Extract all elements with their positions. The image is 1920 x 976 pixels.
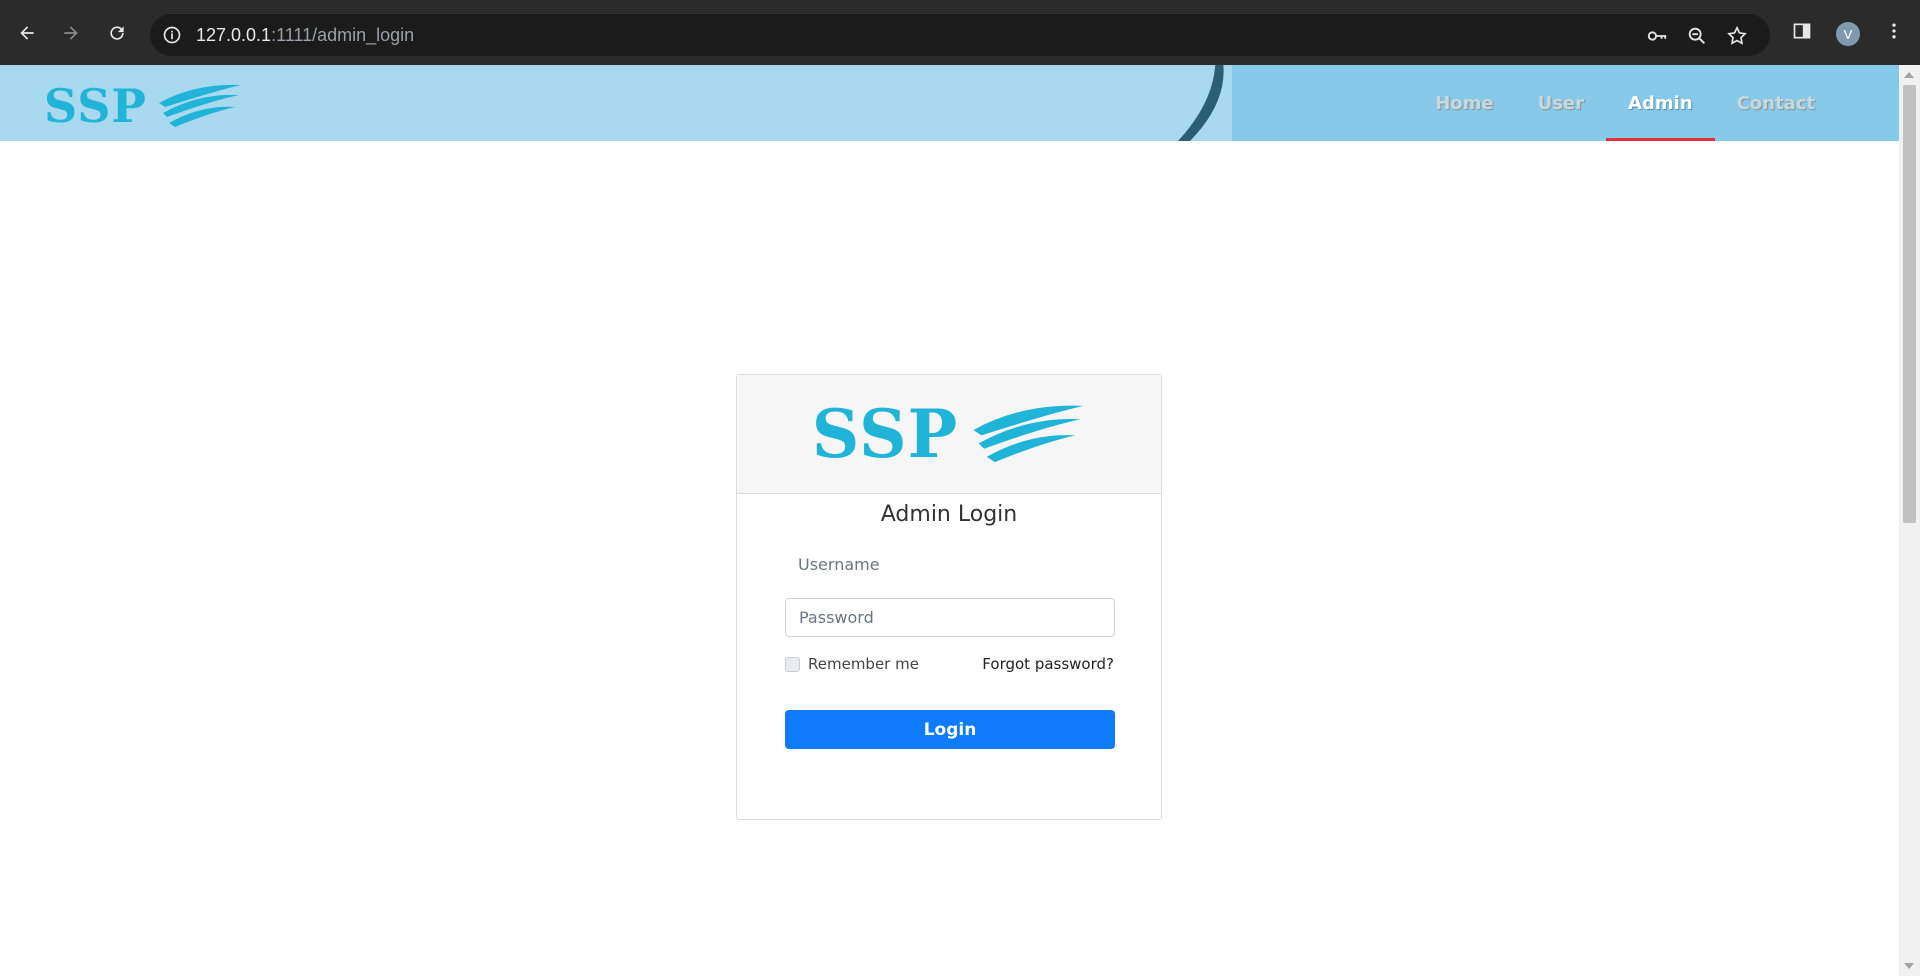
site-info-icon[interactable] — [162, 25, 182, 45]
side-panel-icon[interactable] — [1788, 17, 1816, 45]
nav-home[interactable]: Home — [1413, 65, 1515, 141]
login-logo-text: SSP — [811, 395, 959, 473]
back-icon[interactable] — [12, 18, 42, 48]
nav-contact[interactable]: Contact — [1715, 65, 1899, 141]
forward-icon[interactable] — [56, 18, 86, 48]
menu-kebab-icon[interactable] — [1880, 17, 1908, 45]
site-logo-text: SSP — [44, 79, 148, 133]
login-wing-logo-icon — [973, 405, 1084, 463]
address-bar[interactable]: 127.0.0.1:1111/admin_login — [150, 14, 1770, 56]
bookmark-star-icon[interactable] — [1726, 25, 1748, 47]
login-card: SSP Admin Login Username Password Rememb… — [736, 374, 1162, 820]
password-input[interactable]: Password — [785, 598, 1115, 637]
url-text[interactable]: 127.0.0.1:1111/admin_login — [196, 25, 414, 46]
scroll-down-arrow[interactable] — [1904, 963, 1914, 969]
login-card-header: SSP — [737, 375, 1161, 494]
nav-admin[interactable]: Admin — [1606, 65, 1715, 141]
profile-avatar[interactable]: V — [1836, 22, 1860, 46]
main-nav: Home User Admin Contact — [1413, 65, 1899, 141]
forgot-password-link[interactable]: Forgot password? — [982, 655, 1114, 673]
site-logo[interactable]: SSP — [44, 79, 243, 133]
reload-icon[interactable] — [102, 18, 132, 48]
login-title: Admin Login — [880, 502, 1018, 527]
site-header: SSP Home User Admin Contact — [0, 65, 1899, 141]
key-icon[interactable] — [1646, 25, 1668, 47]
remember-checkbox[interactable] — [785, 656, 800, 672]
browser-toolbar: 127.0.0.1:1111/admin_login V — [0, 0, 1920, 65]
username-input[interactable]: Username — [785, 547, 1115, 583]
zoom-icon[interactable] — [1686, 25, 1708, 47]
remember-me[interactable]: Remember me — [785, 655, 919, 673]
wing-logo-icon — [159, 84, 242, 127]
scroll-thumb[interactable] — [1903, 85, 1916, 523]
scroll-up-arrow[interactable] — [1904, 72, 1914, 78]
nav-user[interactable]: User — [1516, 65, 1606, 141]
remember-label: Remember me — [808, 655, 919, 673]
login-button[interactable]: Login — [785, 710, 1115, 749]
header-swoosh — [1150, 65, 1224, 141]
page-scrollbar[interactable] — [1899, 65, 1920, 976]
